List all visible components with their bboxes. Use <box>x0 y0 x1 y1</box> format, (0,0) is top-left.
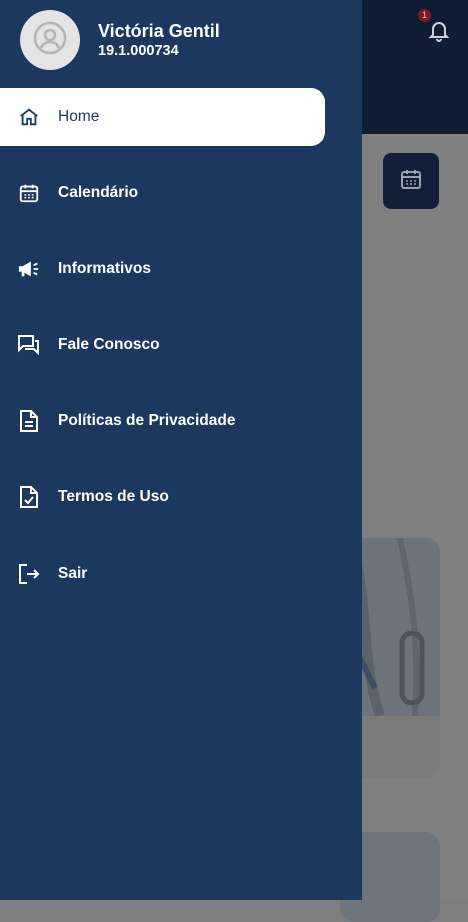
calendar-button[interactable] <box>383 153 439 209</box>
menu-item-label: Políticas de Privacidade <box>58 412 236 429</box>
avatar[interactable] <box>20 10 80 70</box>
navigation-drawer: Victória Gentil 19.1.000734 Home Calendá… <box>0 0 362 900</box>
menu-item-politicas-de-privacidade[interactable]: Políticas de Privacidade <box>0 392 325 450</box>
user-icon <box>32 20 68 61</box>
document-icon <box>17 409 41 433</box>
calendar-icon <box>399 167 423 196</box>
menu-item-label: Informativos <box>58 260 152 277</box>
chat-icon <box>17 333 41 357</box>
user-registration-id: 19.1.000734 <box>98 43 179 59</box>
menu-item-label: Sair <box>58 565 88 582</box>
menu-item-label: Calendário <box>58 184 139 201</box>
menu-item-label: Termos de Uso <box>58 488 169 505</box>
menu-item-label: Home <box>58 108 100 125</box>
user-name: Victória Gentil <box>98 21 220 41</box>
menu-item-sair[interactable]: Sair <box>0 545 325 603</box>
menu-item-calendario[interactable]: Calendário <box>0 164 325 222</box>
notification-bell-icon[interactable] <box>427 18 451 42</box>
menu-item-label: Fale Conosco <box>58 336 160 353</box>
calendar-icon <box>17 181 41 205</box>
menu-item-fale-conosco[interactable]: Fale Conosco <box>0 316 325 374</box>
megaphone-icon <box>17 257 41 281</box>
menu-item-informativos[interactable]: Informativos <box>0 240 325 298</box>
logout-icon <box>17 562 41 586</box>
notification-badge: 1 <box>418 9 431 22</box>
document-check-icon <box>17 485 41 509</box>
menu-item-termos-de-uso[interactable]: Termos de Uso <box>0 468 325 526</box>
menu-item-home[interactable]: Home <box>0 88 325 146</box>
home-icon <box>17 105 41 129</box>
